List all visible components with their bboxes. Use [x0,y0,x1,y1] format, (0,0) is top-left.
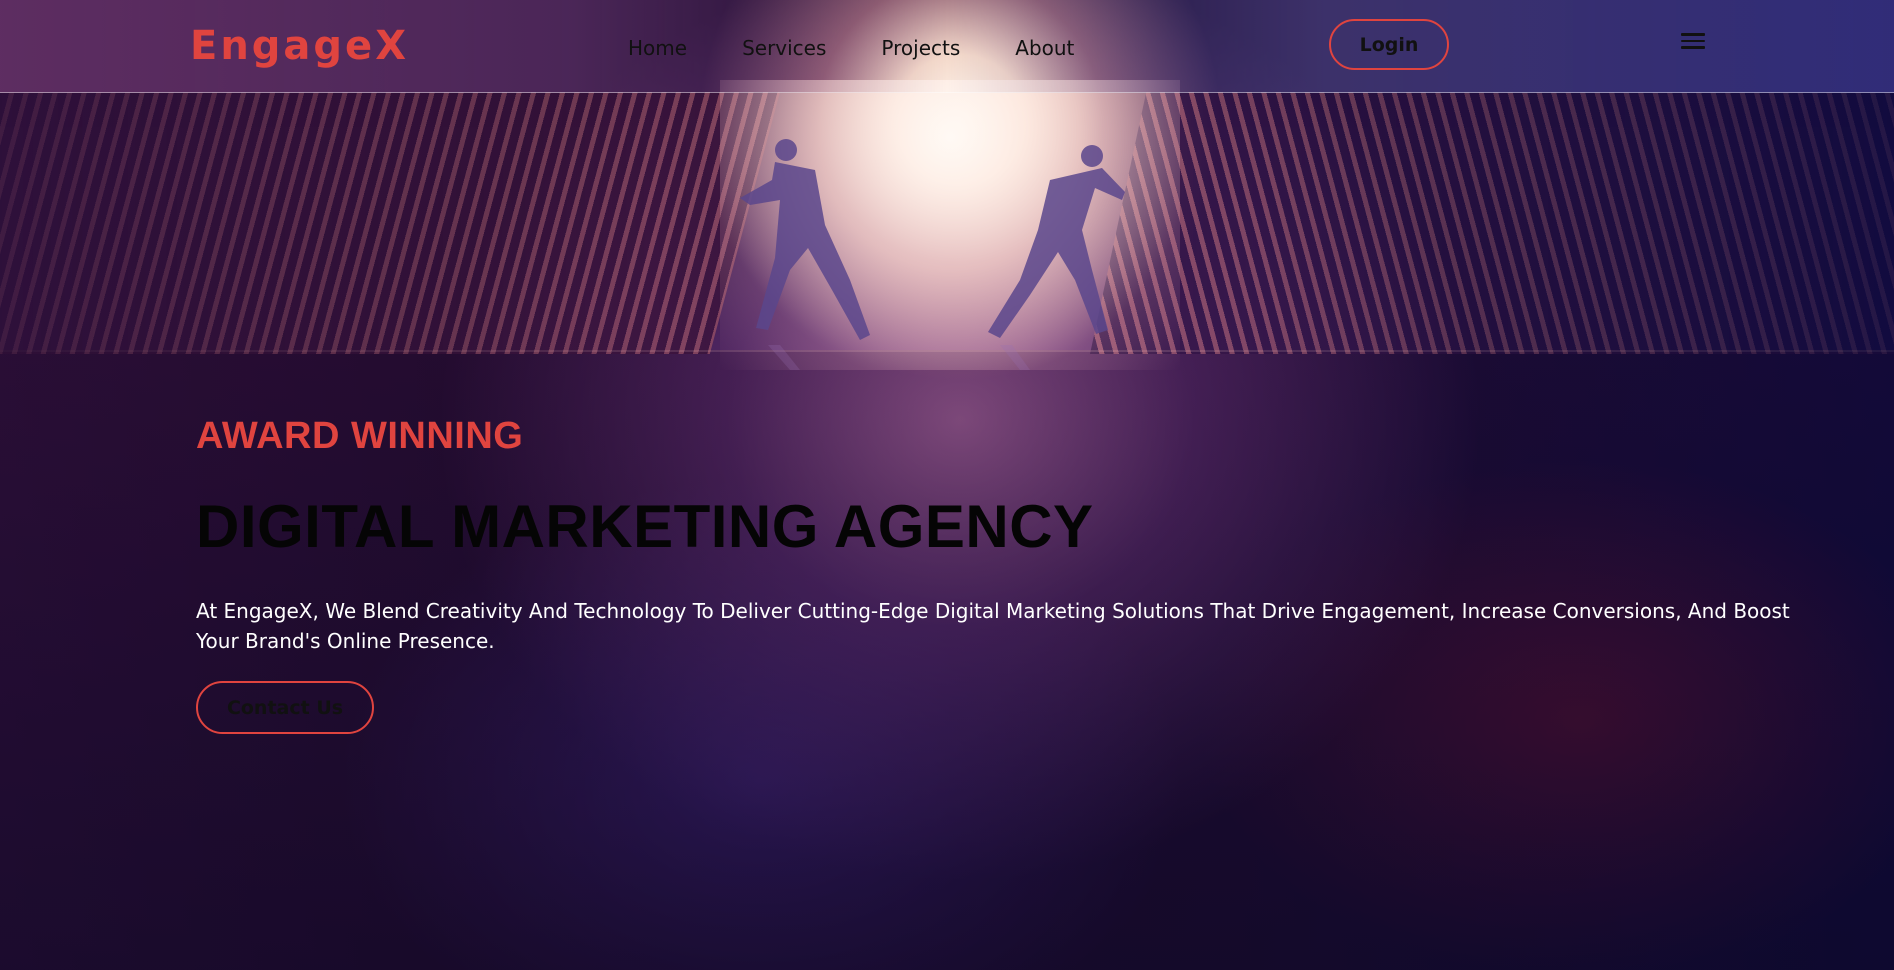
right-door [1090,92,1894,354]
hero-background [0,0,1894,970]
menu-icon-bar [1681,46,1705,49]
hero-eyebrow: AWARD WINNING [196,415,524,457]
hamburger-menu-icon[interactable] [1681,33,1705,51]
menu-icon-bar [1681,33,1705,36]
nav-link-about[interactable]: About [1015,34,1074,62]
main-nav: Home Services Projects About [628,34,1129,62]
hero-headline: DIGITAL MARKETING AGENCY [196,493,1094,560]
login-button[interactable]: Login [1329,19,1449,70]
menu-icon-bar [1681,39,1705,42]
brand-logo[interactable]: EngageX [190,20,409,72]
left-door [0,92,780,354]
navbar: EngageX Home Services Projects About Log… [0,0,1894,93]
contact-us-button[interactable]: Contact Us [196,681,374,734]
workers-pushing-doors-illustration [740,139,1125,370]
nav-link-projects[interactable]: Projects [881,34,960,62]
hero-description: At EngageX, We Blend Creativity And Tech… [196,599,1790,653]
nav-link-home[interactable]: Home [628,34,687,62]
nav-link-services[interactable]: Services [742,34,826,62]
